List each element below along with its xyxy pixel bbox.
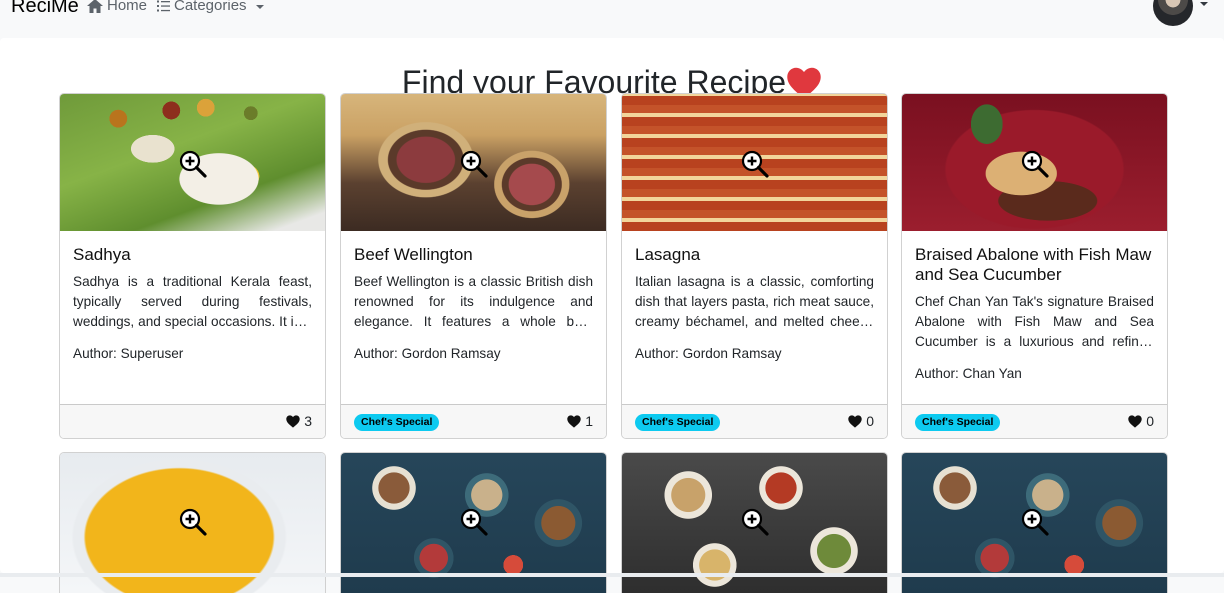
asian-table-photo[interactable] [622, 453, 887, 593]
zoom-in-icon[interactable] [460, 150, 488, 178]
card-author: Author: Superuser [73, 346, 184, 361]
avatar-dropdown-caret-icon[interactable] [1200, 2, 1208, 6]
likes-count: 0 [866, 413, 874, 429]
zoom-in-icon[interactable] [741, 508, 769, 536]
likes-count: 3 [304, 413, 312, 429]
card-body: Beef Wellington Beef Wellington is a cla… [341, 231, 606, 401]
chefs-special-badge: Chef's Special [915, 414, 1001, 431]
card-description: Italian lasagna is a classic, comforting… [635, 274, 874, 329]
chevron-down-icon [255, 4, 264, 9]
navbar: ReciMe Home Categories [0, 0, 1224, 38]
heart-icon [1128, 414, 1142, 428]
mezze-spread-photo[interactable] [341, 453, 606, 593]
recipe-card[interactable]: Beef Wellington Beef Wellington is a cla… [340, 93, 607, 439]
card-title[interactable]: Beef Wellington [354, 245, 593, 265]
card-footer: 3 [60, 404, 325, 438]
saffron-risotto-photo[interactable] [60, 453, 325, 593]
brand-logo[interactable]: ReciMe [11, 0, 79, 18]
home-icon [87, 0, 103, 13]
card-description: Beef Wellington is a classic British dis… [354, 274, 593, 329]
zoom-in-icon[interactable] [179, 508, 207, 536]
page-bottom-edge [0, 573, 1224, 577]
chefs-special-badge: Chef's Special [635, 414, 721, 431]
card-title[interactable]: Sadhya [73, 245, 312, 265]
nav-home-link[interactable]: Home [87, 0, 147, 14]
card-description: Sadhya is a traditional Kerala feast, ty… [73, 274, 312, 329]
user-avatar[interactable] [1153, 0, 1193, 26]
card-body: Sadhya Sadhya is a traditional Kerala fe… [60, 231, 325, 401]
sadhya-photo[interactable] [60, 94, 325, 231]
nav-home-label: Home [107, 0, 148, 14]
recipe-card[interactable] [621, 452, 888, 593]
card-footer: Chef's Special 1 [341, 404, 606, 438]
recipe-card[interactable]: Sadhya Sadhya is a traditional Kerala fe… [59, 93, 326, 439]
likes-button[interactable]: 3 [286, 413, 312, 429]
list-icon [157, 0, 170, 11]
likes-button[interactable]: 0 [1128, 413, 1154, 429]
beef-wellington-photo[interactable] [341, 94, 606, 231]
nav-categories-label: Categories [174, 0, 247, 14]
main-content: Find your Favourite Recipe Sadhya Sadhya… [0, 38, 1224, 593]
chefs-special-badge: Chef's Special [354, 414, 440, 431]
card-body: Braised Abalone with Fish Maw and Sea Cu… [902, 231, 1167, 401]
heart-icon [567, 414, 581, 428]
lasagna-photo[interactable] [622, 94, 887, 231]
card-author: Author: Gordon Ramsay [635, 346, 782, 361]
card-footer: Chef's Special 0 [622, 404, 887, 438]
card-footer: Chef's Special 0 [902, 404, 1167, 438]
recipe-card[interactable]: Braised Abalone with Fish Maw and Sea Cu… [901, 93, 1168, 439]
card-title[interactable]: Lasagna [635, 245, 874, 265]
zoom-in-icon[interactable] [1021, 508, 1049, 536]
card-author: Author: Chan Yan [915, 366, 1022, 381]
recipe-card[interactable] [340, 452, 607, 593]
mezze-spread-photo[interactable] [902, 453, 1167, 593]
braised-abalone-photo[interactable] [902, 94, 1167, 231]
likes-count: 0 [1146, 413, 1154, 429]
heart-icon [286, 414, 300, 428]
categories-dropdown[interactable]: Categories [157, 0, 264, 14]
card-description: Chef Chan Yan Tak's signature Braised Ab… [915, 294, 1154, 349]
heart-icon [848, 414, 862, 428]
recipe-card[interactable] [901, 452, 1168, 593]
card-title[interactable]: Braised Abalone with Fish Maw and Sea Cu… [915, 245, 1154, 285]
likes-button[interactable]: 1 [567, 413, 593, 429]
card-body: Lasagna Italian lasagna is a classic, co… [622, 231, 887, 401]
zoom-in-icon[interactable] [179, 150, 207, 178]
recipe-card[interactable]: Lasagna Italian lasagna is a classic, co… [621, 93, 888, 439]
recipe-card[interactable] [59, 452, 326, 593]
zoom-in-icon[interactable] [460, 508, 488, 536]
likes-count: 1 [585, 413, 593, 429]
zoom-in-icon[interactable] [1021, 150, 1049, 178]
zoom-in-icon[interactable] [741, 150, 769, 178]
likes-button[interactable]: 0 [848, 413, 874, 429]
card-author: Author: Gordon Ramsay [354, 346, 501, 361]
